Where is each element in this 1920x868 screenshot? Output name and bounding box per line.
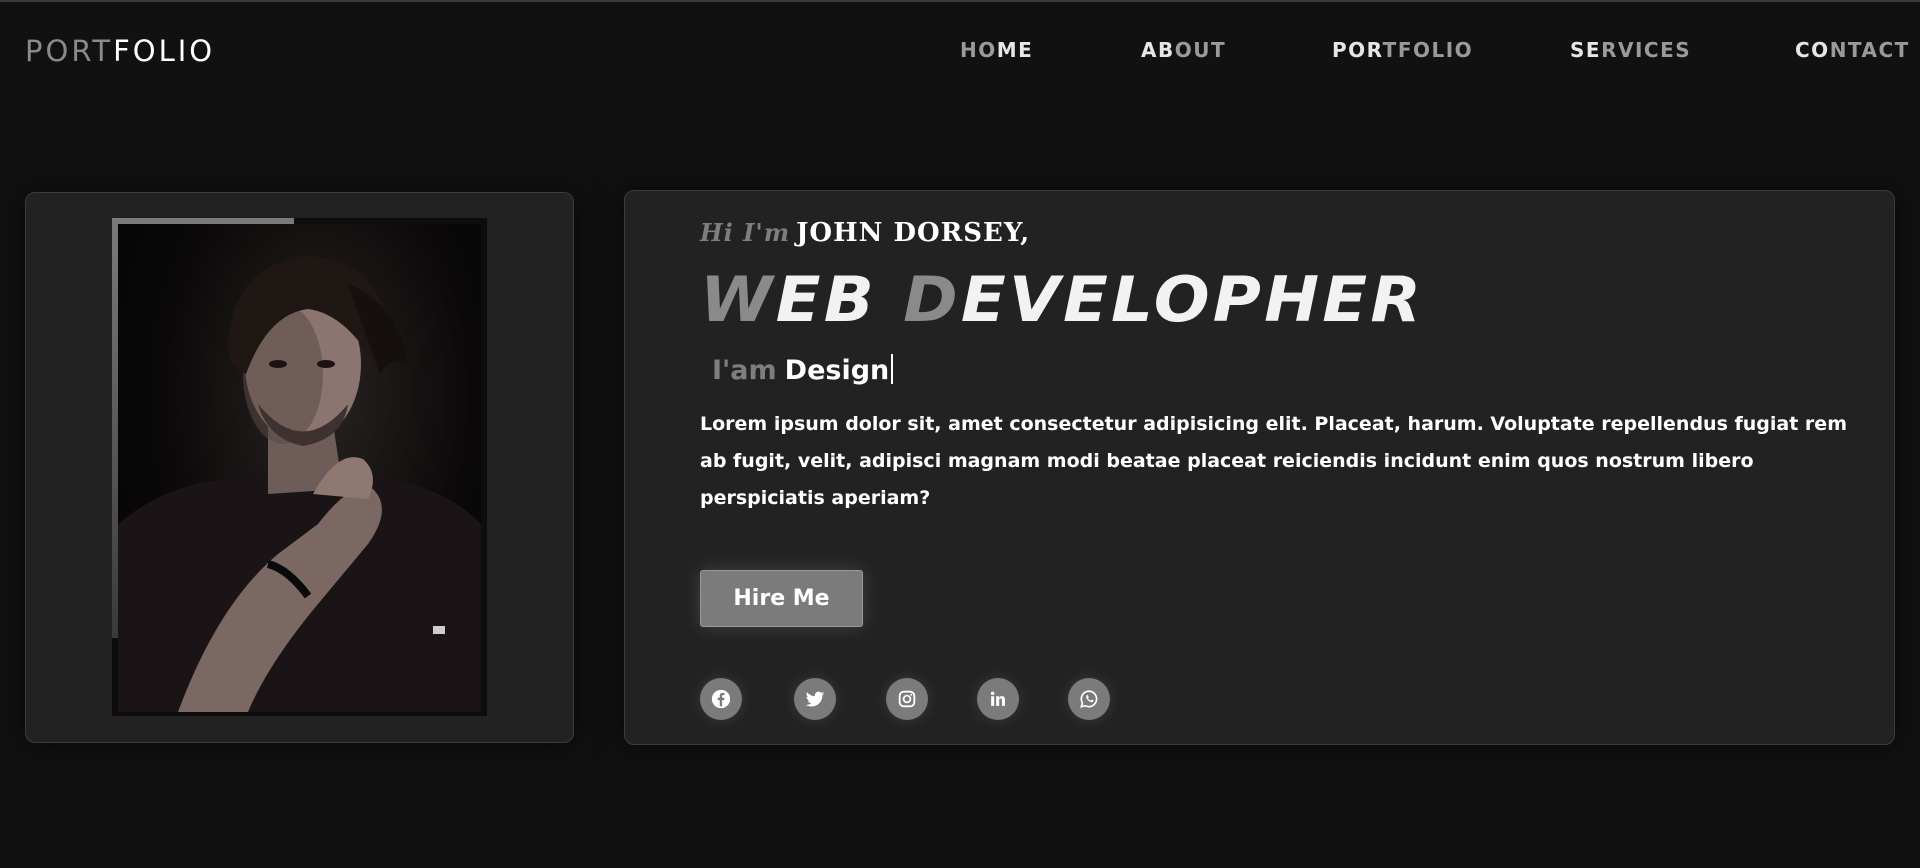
linkedin-icon[interactable] [977,678,1019,720]
nav-label-hl: CO [1795,38,1830,62]
nav-label-hl: AB [1141,38,1175,62]
logo-part: OLIO [132,34,216,68]
nav-label: NTACT [1829,38,1910,62]
title-highlight: D [903,263,961,336]
logo-part: PORT [25,34,114,68]
facebook-icon[interactable] [700,678,742,720]
twitter-icon[interactable] [794,678,836,720]
greeting: Hi I'm JOHN DORSEY, [700,218,1030,248]
nav-label: RVICES [1601,38,1692,62]
typing-caret [891,354,894,384]
profile-photo [118,224,481,712]
nav-home[interactable]: HOME [960,38,1033,62]
nav-label-hl: HO [960,38,997,62]
role-prefix: I'am [712,355,777,386]
hire-me-button[interactable]: Hire Me [700,570,863,627]
nav-label: OUT [1174,38,1227,62]
nav-about[interactable]: ABOUT [1141,38,1226,62]
greeting-prefix: Hi I'm [700,218,791,247]
role-value: Design [784,355,890,386]
nav-label-hl: SE [1570,38,1602,62]
portrait-illustration [118,256,481,712]
title-text: EB [775,263,904,336]
nav-label-hl: POR [1332,38,1383,62]
hero-title: WEB DEVELOPHER [700,263,1424,336]
nav-label: ME [996,38,1034,62]
site-logo[interactable]: PORTFOLIO [25,34,215,68]
intro-description: Lorem ipsum dolor sit, amet consectetur … [700,413,1847,509]
title-text: EVELOPHER [960,263,1425,336]
nav-services[interactable]: SERVICES [1570,38,1691,62]
photo-accent [112,218,118,638]
whatsapp-icon[interactable] [1068,678,1110,720]
navbar: PORTFOLIO HOME ABOUT PORTFOLIO SERVICES … [0,0,1920,100]
logo-highlight: F [113,34,133,68]
instagram-icon[interactable] [886,678,928,720]
typing-role: I'am Design [712,354,894,386]
title-highlight: W [700,263,776,336]
photo-accent [112,218,294,224]
nav-label: TFOLIO [1382,38,1474,62]
nav-contact[interactable]: CONTACT [1795,38,1910,62]
name-text: JOHN DORSEY, [796,218,1031,248]
nav-portfolio[interactable]: PORTFOLIO [1332,38,1473,62]
